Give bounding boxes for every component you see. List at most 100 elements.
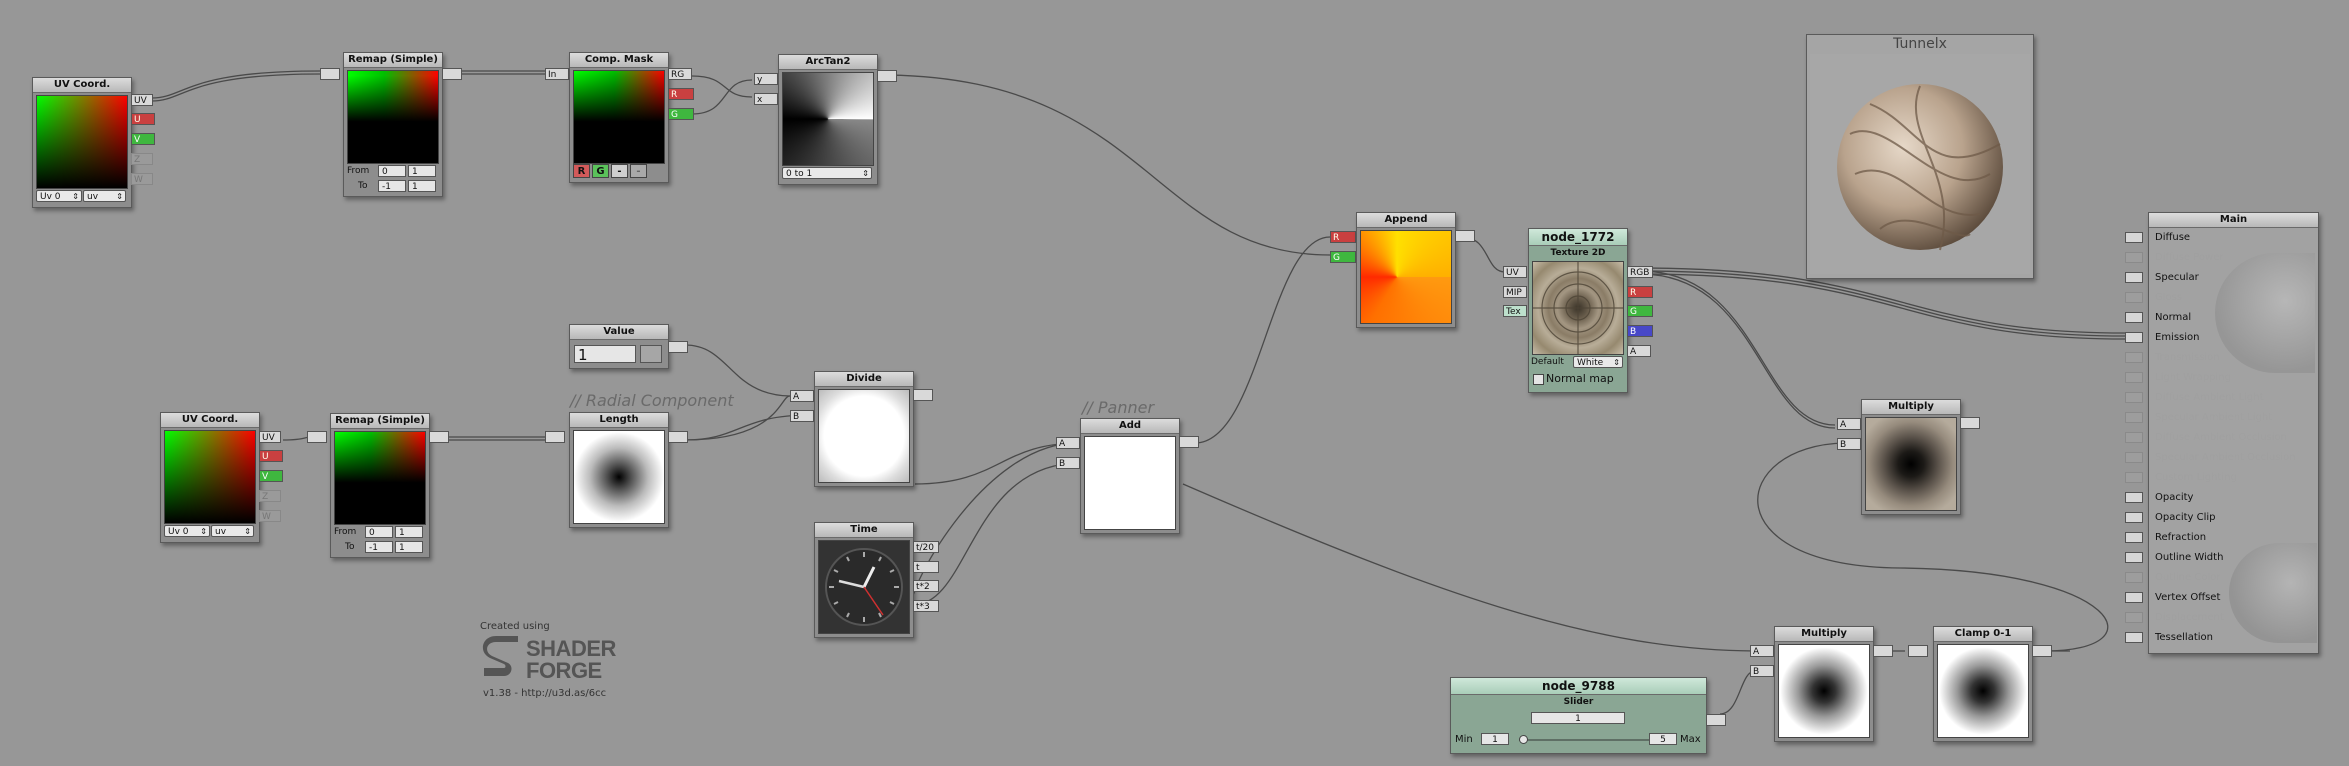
port-mip[interactable]: MIP: [1503, 286, 1527, 298]
main-input-port[interactable]: [2125, 572, 2143, 583]
main-input-port[interactable]: [2125, 352, 2143, 363]
uv-channel-select[interactable]: Uv 0: [36, 190, 82, 203]
main-input-row[interactable]: Custom Lighting: [2125, 469, 2329, 487]
port-t[interactable]: t: [913, 561, 939, 573]
time-node[interactable]: Time: [814, 522, 914, 638]
main-input-port[interactable]: [2125, 592, 2143, 603]
divide-node[interactable]: Divide: [814, 371, 914, 487]
to-a-input[interactable]: -1: [365, 541, 393, 553]
main-input-port[interactable]: [2125, 272, 2143, 283]
main-input-row[interactable]: Tessellation: [2125, 629, 2329, 647]
port-a[interactable]: A: [1056, 437, 1080, 449]
main-input-port[interactable]: [2125, 252, 2143, 263]
clamp-out-port[interactable]: [2032, 645, 2052, 657]
main-input-row[interactable]: Diffuse: [2125, 229, 2329, 247]
length-in-port[interactable]: [545, 431, 565, 443]
main-input-row[interactable]: Refraction: [2125, 529, 2329, 547]
texture2d-node[interactable]: node_1772 Texture 2D Default White Norma…: [1528, 228, 1628, 393]
port-w[interactable]: W: [259, 510, 281, 522]
port-y[interactable]: y: [754, 73, 778, 85]
main-input-row[interactable]: Opacity: [2125, 489, 2329, 507]
port-uv[interactable]: UV: [259, 431, 281, 443]
main-input-port[interactable]: [2125, 532, 2143, 543]
add-node[interactable]: Add: [1080, 418, 1180, 534]
port-g[interactable]: G: [1627, 305, 1653, 317]
main-input-port[interactable]: [2125, 412, 2143, 423]
port-b[interactable]: B: [1750, 665, 1774, 677]
main-input-row[interactable]: Outline Color: [2125, 569, 2329, 587]
main-input-row[interactable]: Specular Ambient Occlusion: [2125, 449, 2329, 467]
mask-r-button[interactable]: R: [573, 164, 590, 178]
slider-out-port[interactable]: [1706, 714, 1726, 726]
main-input-row[interactable]: Vertex Offset: [2125, 589, 2329, 607]
slider-value-input[interactable]: 1: [1531, 712, 1625, 724]
port-u[interactable]: U: [131, 113, 155, 125]
main-input-row[interactable]: Diffuse Power: [2125, 249, 2329, 267]
value-input[interactable]: 1: [574, 345, 636, 364]
length-node[interactable]: Length: [569, 412, 669, 528]
divide-out-port[interactable]: [913, 389, 933, 401]
multiply2-out-port[interactable]: [1873, 645, 1893, 657]
from-b-input[interactable]: 1: [408, 165, 436, 177]
slider-node[interactable]: node_9788 Slider 1 Min 1 5 Max: [1450, 677, 1707, 754]
main-input-row[interactable]: Gloss: [2125, 289, 2329, 307]
multiply-node-2[interactable]: Multiply: [1774, 626, 1874, 742]
port-a[interactable]: A: [1750, 645, 1774, 657]
main-input-row[interactable]: Opacity Clip: [2125, 509, 2329, 527]
port-w[interactable]: W: [131, 173, 153, 185]
append-node[interactable]: Append: [1356, 212, 1456, 328]
port-uv[interactable]: UV: [131, 94, 153, 106]
port-g[interactable]: G: [1330, 251, 1356, 263]
port-x[interactable]: x: [754, 93, 778, 105]
remap-out-port[interactable]: [442, 68, 462, 80]
main-input-port[interactable]: [2125, 472, 2143, 483]
slider-min-input[interactable]: 1: [1481, 733, 1509, 745]
from-a-input[interactable]: 0: [378, 165, 406, 177]
uv-mode-select[interactable]: uv: [83, 190, 126, 203]
from-b-input[interactable]: 1: [395, 526, 423, 538]
uv-coord-node-2[interactable]: UV Coord. Uv 0 uv: [160, 412, 260, 543]
port-r[interactable]: R: [668, 88, 694, 100]
port-b[interactable]: B: [790, 410, 814, 422]
slider-track[interactable]: [1519, 735, 1659, 744]
main-input-port[interactable]: [2125, 292, 2143, 303]
mask-b-button[interactable]: -: [611, 164, 628, 178]
normal-map-checkbox[interactable]: [1533, 374, 1544, 385]
port-b[interactable]: B: [1056, 457, 1080, 469]
main-input-port[interactable]: [2125, 452, 2143, 463]
port-a[interactable]: A: [1627, 345, 1651, 357]
port-rgb[interactable]: RGB: [1627, 266, 1653, 278]
remap-node-2[interactable]: Remap (Simple) From 0 1 To -1 1: [330, 413, 430, 558]
port-tex[interactable]: Tex: [1503, 305, 1527, 317]
main-input-port[interactable]: [2125, 232, 2143, 243]
main-input-row[interactable]: Specular Ambient Light: [2125, 409, 2329, 427]
default-select[interactable]: White: [1573, 356, 1623, 369]
append-out-port[interactable]: [1455, 230, 1475, 242]
port-t3[interactable]: t*3: [913, 600, 939, 612]
port-a[interactable]: A: [1837, 418, 1861, 430]
main-input-row[interactable]: Specular: [2125, 269, 2329, 287]
main-input-port[interactable]: [2125, 312, 2143, 323]
comp-mask-node[interactable]: Comp. Mask R G - -: [569, 52, 669, 183]
main-input-row[interactable]: Diffuse Ambient Occlusion: [2125, 429, 2329, 447]
value-out-port[interactable]: [668, 341, 688, 353]
arctan-mode-select[interactable]: 0 to 1: [782, 167, 872, 180]
remap-in-port[interactable]: [320, 68, 340, 80]
port-u[interactable]: U: [259, 450, 283, 462]
port-v[interactable]: V: [259, 470, 283, 482]
port-z[interactable]: Z: [259, 490, 281, 502]
multiply-node[interactable]: Multiply: [1861, 399, 1961, 515]
main-input-row[interactable]: Normal: [2125, 309, 2329, 327]
port-a[interactable]: A: [790, 390, 814, 402]
main-input-port[interactable]: [2125, 512, 2143, 523]
add-out-port[interactable]: [1179, 436, 1199, 448]
port-b[interactable]: B: [1837, 438, 1861, 450]
port-g[interactable]: G: [668, 108, 694, 120]
port-r[interactable]: R: [1627, 286, 1653, 298]
to-b-input[interactable]: 1: [408, 180, 436, 192]
main-input-row[interactable]: Light Wrapping: [2125, 369, 2329, 387]
preview-window[interactable]: Tunnelx: [1806, 34, 2034, 279]
compmask-in-port[interactable]: In: [545, 68, 569, 80]
main-input-port[interactable]: [2125, 492, 2143, 503]
multiply-out-port[interactable]: [1960, 417, 1980, 429]
